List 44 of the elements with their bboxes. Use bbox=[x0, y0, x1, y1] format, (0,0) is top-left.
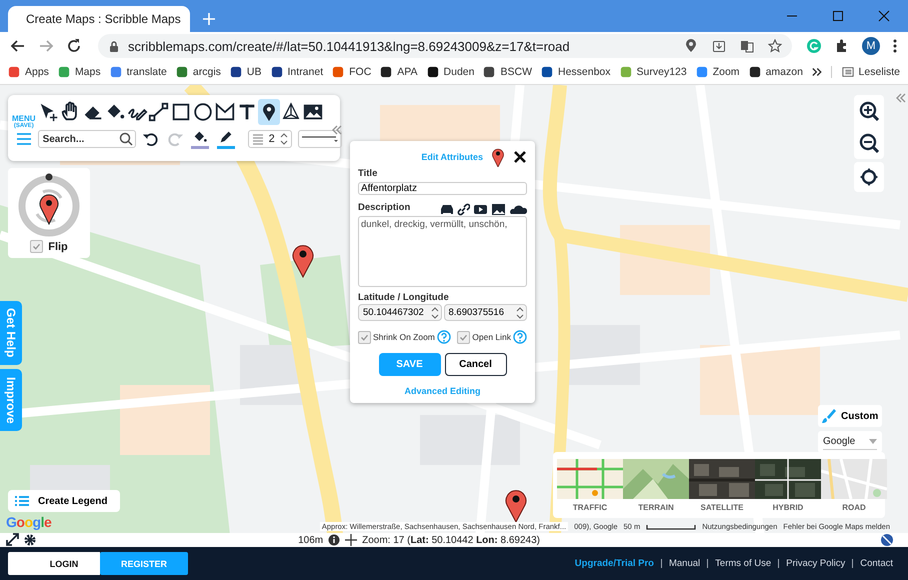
bookmark[interactable]: Intranet bbox=[270, 66, 324, 78]
bookmark[interactable]: FOC bbox=[332, 66, 372, 78]
footer-link[interactable]: Contact bbox=[852, 559, 900, 568]
url-text: scribblemaps.com/create/#/lat=50.10441913&lng=8.69243009&z=17&t=road bbox=[128, 38, 571, 54]
reading-list[interactable]: Leseliste bbox=[830, 66, 900, 78]
tab-title: Create Maps : Scribble Maps bbox=[26, 12, 181, 26]
location-pin-icon[interactable] bbox=[684, 39, 698, 53]
bookmark[interactable]: amazon bbox=[748, 66, 803, 78]
more-icon[interactable] bbox=[892, 39, 898, 53]
close-icon[interactable] bbox=[878, 10, 890, 22]
bookmark[interactable]: APA bbox=[380, 66, 418, 78]
info-icon[interactable] bbox=[328, 534, 340, 546]
new-tab-icon[interactable] bbox=[202, 12, 216, 26]
fullscreen-icon[interactable] bbox=[6, 533, 19, 546]
more-bookmarks-icon[interactable] bbox=[812, 66, 822, 78]
distance-label: 106m bbox=[298, 534, 324, 546]
profile-avatar[interactable]: M bbox=[862, 37, 880, 55]
address-bar[interactable]: scribblemaps.com/create/#/lat=50.10441913&lng=8.69243009&z=17&t=road bbox=[98, 34, 792, 58]
zoom-readout: Zoom: 17 (Lat: 50.10442 Lon: 8.69243) bbox=[362, 534, 540, 546]
lock-icon bbox=[108, 40, 120, 52]
reload-icon[interactable] bbox=[66, 38, 82, 54]
bookmark[interactable]: translate bbox=[110, 66, 167, 78]
footer-link[interactable]: Terms of Use bbox=[707, 559, 778, 568]
bookmark[interactable]: UB bbox=[230, 66, 262, 78]
footer-link[interactable]: Privacy Policy bbox=[778, 559, 852, 568]
footer-link[interactable]: Upgrade/Trial Pro bbox=[568, 559, 661, 568]
bookmark[interactable]: Duden bbox=[426, 66, 474, 78]
maximize-icon[interactable] bbox=[832, 10, 844, 22]
back-icon[interactable] bbox=[10, 38, 26, 54]
bookmark[interactable]: Apps bbox=[8, 66, 49, 78]
translate-icon[interactable] bbox=[740, 39, 754, 53]
install-icon[interactable] bbox=[712, 39, 726, 53]
browser-tab[interactable]: Create Maps : Scribble Maps bbox=[8, 6, 190, 32]
bookmark[interactable]: BSCW bbox=[483, 66, 532, 78]
footer-link[interactable]: Manual bbox=[660, 559, 708, 568]
bookmark[interactable]: Hessenbox bbox=[540, 66, 611, 78]
bookmark[interactable]: Maps bbox=[58, 66, 101, 78]
reading-list-icon bbox=[842, 66, 854, 78]
bookmark[interactable]: Zoom bbox=[696, 66, 740, 78]
star-icon[interactable] bbox=[768, 39, 782, 53]
bookmark[interactable]: Survey123 bbox=[620, 66, 687, 78]
settings-icon[interactable] bbox=[23, 533, 37, 547]
bookmark[interactable]: arcgis bbox=[176, 66, 221, 78]
login-button[interactable]: LOGIN bbox=[8, 552, 100, 575]
